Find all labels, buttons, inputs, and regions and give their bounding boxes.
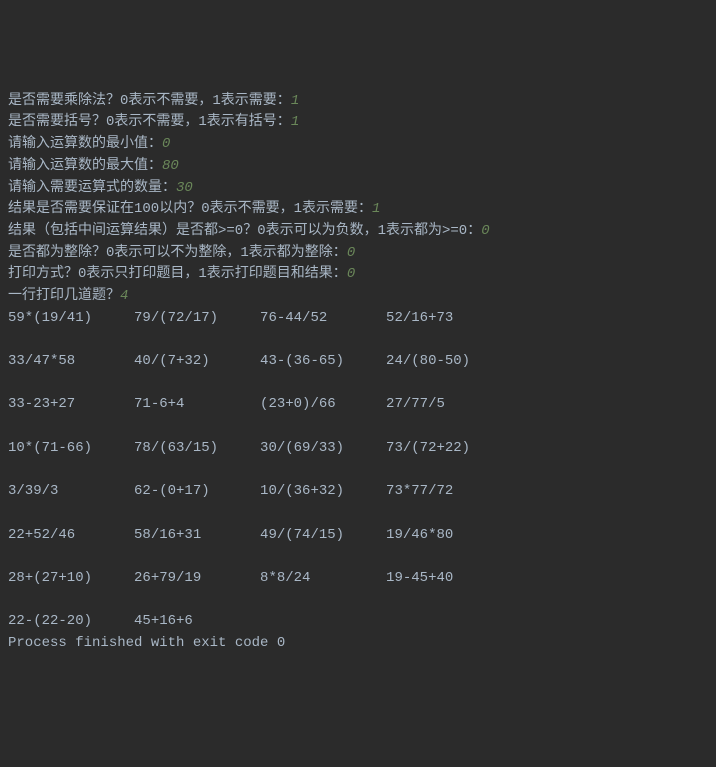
- prompt-text: 是否都为整除？0表示可以不为整除，1表示都为整除：: [8, 245, 347, 261]
- prompt-text: 打印方式？0表示只打印题目，1表示打印题目和结果：: [8, 266, 347, 282]
- prompt-text: 是否需要乘除法？0表示不需要，1表示需要：: [8, 93, 291, 109]
- expression-row: 3/39/3 62-(0+17) 10/(36+32) 73*77/72: [8, 481, 708, 503]
- expression-row: 28+(27+10) 26+79/19 8*8/24 19-45+40: [8, 568, 708, 590]
- prompt-line: 请输入需要运算式的数量：30: [8, 178, 708, 200]
- user-input-value: 0: [347, 245, 355, 261]
- prompt-text: 请输入运算数的最小值：: [8, 136, 162, 152]
- prompt-line: 是否需要括号？0表示不需要，1表示有括号：1: [8, 112, 708, 134]
- prompt-line: 结果是否需要保证在100以内？0表示不需要，1表示需要：1: [8, 199, 708, 221]
- user-input-value: 30: [176, 180, 193, 196]
- expression-row: 10*(71-66) 78/(63/15) 30/(69/33) 73/(72+…: [8, 438, 708, 460]
- user-input-value: 1: [291, 114, 299, 130]
- expression-row: 33-23+27 71-6+4 (23+0)/66 27/77/5: [8, 394, 708, 416]
- terminal-output: 是否需要乘除法？0表示不需要，1表示需要：1是否需要括号？0表示不需要，1表示有…: [8, 91, 708, 655]
- blank-line: [8, 546, 708, 568]
- prompt-text: 结果（包括中间运算结果）是否都>=0？0表示可以为负数，1表示都为>=0：: [8, 223, 481, 239]
- blank-line: [8, 373, 708, 395]
- blank-line: [8, 459, 708, 481]
- blank-line: [8, 329, 708, 351]
- prompt-text: 结果是否需要保证在100以内？0表示不需要，1表示需要：: [8, 201, 372, 217]
- prompt-text: 一行打印几道题？: [8, 288, 120, 304]
- prompt-line: 请输入运算数的最小值：0: [8, 134, 708, 156]
- user-input-value: 1: [291, 93, 299, 109]
- expression-row: 33/47*58 40/(7+32) 43-(36-65) 24/(80-50): [8, 351, 708, 373]
- process-exit-message: Process finished with exit code 0: [8, 633, 708, 655]
- prompt-line: 是否需要乘除法？0表示不需要，1表示需要：1: [8, 91, 708, 113]
- user-input-value: 80: [162, 158, 179, 174]
- blank-line: [8, 590, 708, 612]
- expression-row: 22+52/46 58/16+31 49/(74/15) 19/46*80: [8, 525, 708, 547]
- prompt-line: 是否都为整除？0表示可以不为整除，1表示都为整除：0: [8, 243, 708, 265]
- prompt-text: 请输入运算数的最大值：: [8, 158, 162, 174]
- user-input-value: 1: [372, 201, 380, 217]
- prompt-text: 是否需要括号？0表示不需要，1表示有括号：: [8, 114, 291, 130]
- expression-row: 59*(19/41) 79/(72/17) 76-44/52 52/16+73: [8, 308, 708, 330]
- prompt-line: 打印方式？0表示只打印题目，1表示打印题目和结果：0: [8, 264, 708, 286]
- prompt-line: 一行打印几道题？4: [8, 286, 708, 308]
- expression-row: 22-(22-20) 45+16+6: [8, 611, 708, 633]
- user-input-value: 0: [162, 136, 170, 152]
- prompt-line: 请输入运算数的最大值：80: [8, 156, 708, 178]
- user-input-value: 0: [347, 266, 355, 282]
- user-input-value: 0: [481, 223, 489, 239]
- user-input-value: 4: [120, 288, 128, 304]
- prompt-text: 请输入需要运算式的数量：: [8, 180, 176, 196]
- blank-line: [8, 503, 708, 525]
- prompt-line: 结果（包括中间运算结果）是否都>=0？0表示可以为负数，1表示都为>=0：0: [8, 221, 708, 243]
- blank-line: [8, 416, 708, 438]
